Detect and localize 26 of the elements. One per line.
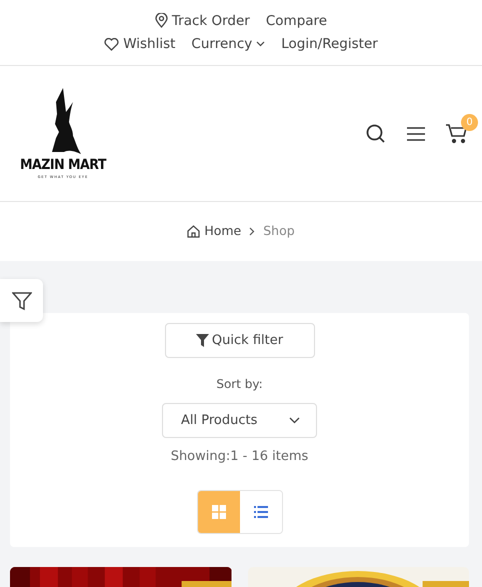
list-icon (254, 506, 268, 518)
grid-icon (212, 504, 226, 518)
top-link[interactable]: Currency (191, 34, 266, 54)
top-link[interactable]: Track Order (154, 10, 250, 31)
top-link[interactable]: Compare (266, 10, 328, 31)
home-icon (187, 225, 200, 238)
location-pin-icon (154, 13, 168, 28)
filter-icon (196, 334, 209, 347)
chevron-right-icon (249, 227, 256, 236)
breadcrumb-link[interactable]: Shop (263, 222, 295, 241)
cart-count: 0 (461, 114, 478, 130)
filter-button[interactable] (0, 279, 43, 322)
chevron-down-icon (289, 417, 300, 424)
sort-select[interactable]: All Products (162, 403, 317, 438)
heart-icon (104, 38, 120, 51)
chevron-down-icon (256, 41, 266, 48)
breadcrumb-link[interactable]: Home (187, 222, 242, 241)
sort-label: Sort by: (216, 376, 263, 393)
search-button[interactable] (366, 122, 386, 146)
filter-icon (12, 290, 32, 310)
showing-count: Showing:1 - 16 items (170, 448, 308, 466)
top-link[interactable]: Wishlist (104, 34, 176, 54)
logo-name: MAZIN MART (20, 158, 106, 172)
quick-filter-button[interactable]: Quick filter (164, 323, 314, 358)
top-link[interactable]: Login/Register (281, 34, 378, 54)
cart-button[interactable] (446, 122, 468, 146)
